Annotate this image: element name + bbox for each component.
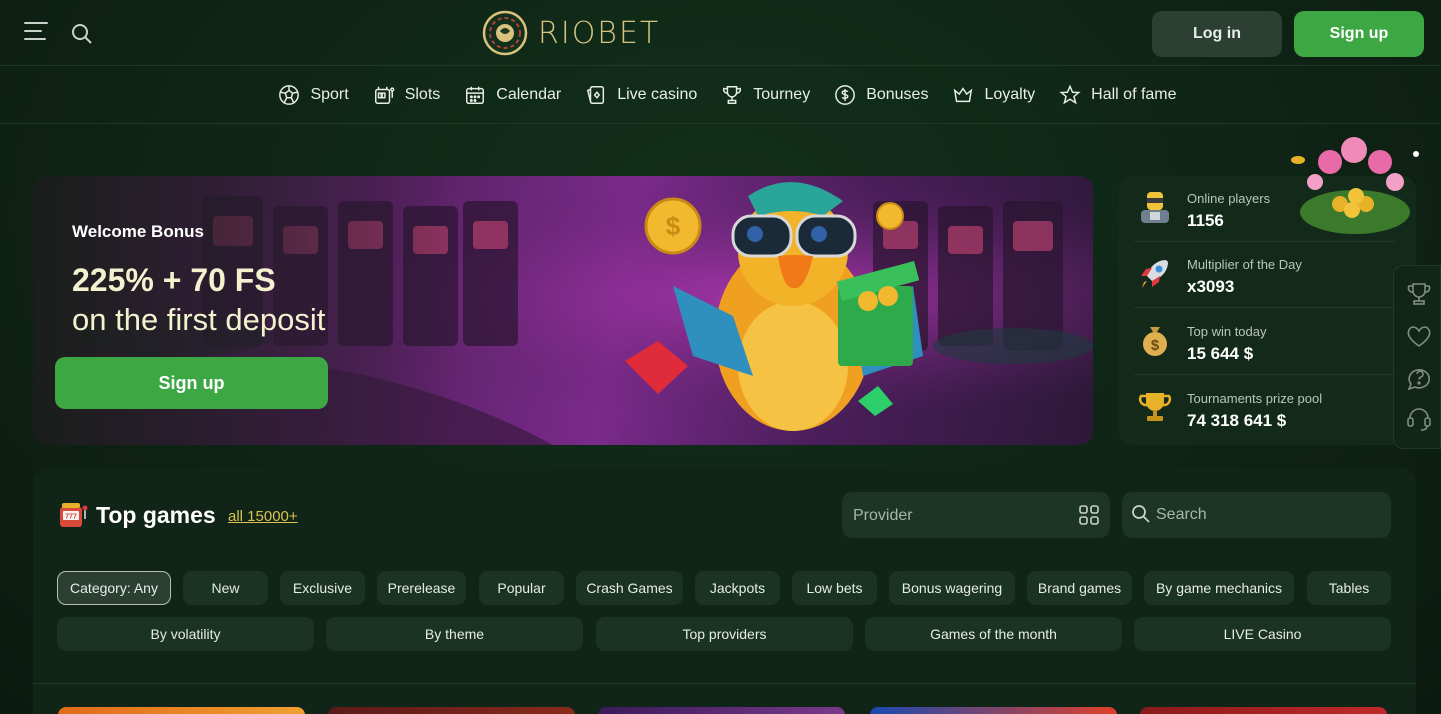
search-icon[interactable] (70, 22, 94, 46)
chip-live-casino[interactable]: LIVE Casino (1134, 617, 1391, 651)
top-games-title: Top games (96, 502, 216, 528)
stat-label: Multiplier of the Day (1187, 257, 1302, 272)
chip-jackpots[interactable]: Jackpots (695, 571, 780, 605)
banner-headline: 225% + 70 FS (72, 262, 276, 298)
stat-top-win: $ Top win today 15 644 $ (1134, 309, 1396, 375)
money-bag-icon: $ (1143, 327, 1167, 356)
banner-welcome: Welcome Bonus (72, 222, 204, 241)
main-nav: Sport Slots Calendar Live casino Tourney… (0, 66, 1441, 124)
stat-value: x3093 (1187, 277, 1235, 296)
stat-value: 15 644 $ (1187, 344, 1254, 363)
chip-by-game-mechanics[interactable]: By game mechanics (1144, 571, 1294, 605)
help-chat-icon[interactable] (1405, 364, 1433, 392)
stat-label: Online players (1187, 191, 1271, 206)
chip-prerelease[interactable]: Prerelease (377, 571, 466, 605)
welcome-banner[interactable]: $ Welcome Bonus 225% + 70 FS on the firs… (33, 176, 1093, 445)
nav-label: Hall of fame (1091, 85, 1177, 103)
logo-text: RIOBET (538, 15, 661, 51)
stat-label: Top win today (1187, 324, 1267, 339)
slot-machine-icon: 777 (60, 503, 88, 527)
stat-prize-pool: Tournaments prize pool 74 318 641 $ (1134, 376, 1396, 442)
chip-popular[interactable]: Popular (479, 571, 564, 605)
nav-label: Live casino (617, 85, 698, 103)
calendar-icon (466, 86, 485, 104)
support-icon[interactable] (1405, 406, 1433, 434)
nav-item-loyalty[interactable]: Loyalty (952, 84, 1035, 106)
nav-label: Slots (404, 85, 441, 103)
signup-button[interactable]: Sign up (1294, 11, 1424, 57)
chip-games-of-the-month[interactable]: Games of the month (865, 617, 1122, 651)
logo[interactable]: RIOBET (482, 9, 660, 57)
nav-item-bonuses[interactable]: Bonuses (834, 84, 928, 106)
nav-label: Calendar (496, 85, 562, 103)
floating-sidebar (1393, 265, 1441, 449)
divider (33, 683, 1416, 684)
chip-bonus-wagering[interactable]: Bonus wagering (889, 571, 1015, 605)
games-search (1122, 492, 1391, 538)
chip-brand-games[interactable]: Brand games (1027, 571, 1132, 605)
chip-new[interactable]: New (183, 571, 268, 605)
game-thumbnail[interactable] (870, 707, 1117, 714)
banner-signup-button[interactable]: Sign up (55, 357, 328, 409)
nav-label: Tourney (753, 85, 811, 103)
page: RIOBET Log in Sign up Sport Slots Calend… (0, 0, 1441, 714)
nav-item-live-casino[interactable]: Live casino (585, 84, 697, 106)
chip-low-bets[interactable]: Low bets (792, 571, 877, 605)
menu-icon[interactable] (24, 22, 48, 42)
nav-label: Sport (310, 85, 349, 103)
riobet-logo-icon (482, 10, 528, 56)
heart-icon[interactable] (1405, 322, 1433, 350)
stat-multiplier: Multiplier of the Day x3093 (1134, 242, 1396, 308)
chip-by-volatility[interactable]: By volatility (57, 617, 314, 651)
chip-top-providers[interactable]: Top providers (596, 617, 853, 651)
chip-tables[interactable]: Tables (1307, 571, 1391, 605)
svg-text:$: $ (1151, 337, 1160, 354)
svg-text:$: $ (666, 211, 681, 241)
top-games-section: 777 Top games all 15000+ Provider Catego… (33, 468, 1416, 714)
chip-exclusive[interactable]: Exclusive (280, 571, 365, 605)
chip-crash-games[interactable]: Crash Games (576, 571, 683, 605)
stat-label: Tournaments prize pool (1187, 391, 1323, 406)
game-thumbnail[interactable] (598, 707, 845, 714)
login-button[interactable]: Log in (1152, 11, 1282, 57)
live-casino-icon (587, 85, 605, 104)
games-search-input[interactable] (1156, 492, 1376, 538)
all-games-link[interactable]: all 15000+ (228, 508, 298, 525)
stat-value: 74 318 641 $ (1187, 411, 1287, 430)
game-thumbnail[interactable] (58, 707, 305, 714)
game-thumbnail[interactable] (328, 707, 575, 714)
nav-label: Loyalty (984, 85, 1036, 103)
crown-icon (954, 86, 973, 102)
slot-machine-icon (374, 86, 395, 104)
svg-text:777: 777 (65, 514, 77, 521)
soccer-ball-icon (279, 84, 300, 105)
nav-item-hall-of-fame[interactable]: Hall of fame (1059, 83, 1177, 106)
nav-item-slots[interactable]: Slots (373, 84, 441, 106)
game-thumbnail[interactable] (1140, 707, 1387, 714)
nav-item-calendar[interactable]: Calendar (464, 84, 561, 106)
trophy-icon (723, 85, 742, 104)
trophy-icon[interactable] (1405, 280, 1433, 308)
chip-category-any[interactable]: Category: Any (57, 571, 171, 605)
dollar-coin-icon (835, 84, 856, 105)
nav-item-sport[interactable]: Sport (278, 84, 349, 106)
top-bar: RIOBET Log in Sign up (0, 0, 1441, 66)
grid-icon (1079, 505, 1099, 525)
player-icon (1141, 192, 1169, 223)
gold-cup-icon (1138, 393, 1172, 421)
search-icon (1132, 505, 1150, 523)
chip-by-theme[interactable]: By theme (326, 617, 583, 651)
rocket-icon (1141, 260, 1168, 288)
flowers-coins-decoration (1291, 137, 1419, 234)
stat-value: 1156 (1187, 211, 1224, 230)
banner-subline: on the first deposit (72, 302, 326, 337)
star-icon (1059, 83, 1081, 104)
nav-item-tourney[interactable]: Tourney (721, 84, 810, 106)
nav-label: Bonuses (866, 85, 929, 103)
provider-select[interactable]: Provider (842, 492, 1110, 538)
provider-placeholder: Provider (853, 507, 913, 524)
